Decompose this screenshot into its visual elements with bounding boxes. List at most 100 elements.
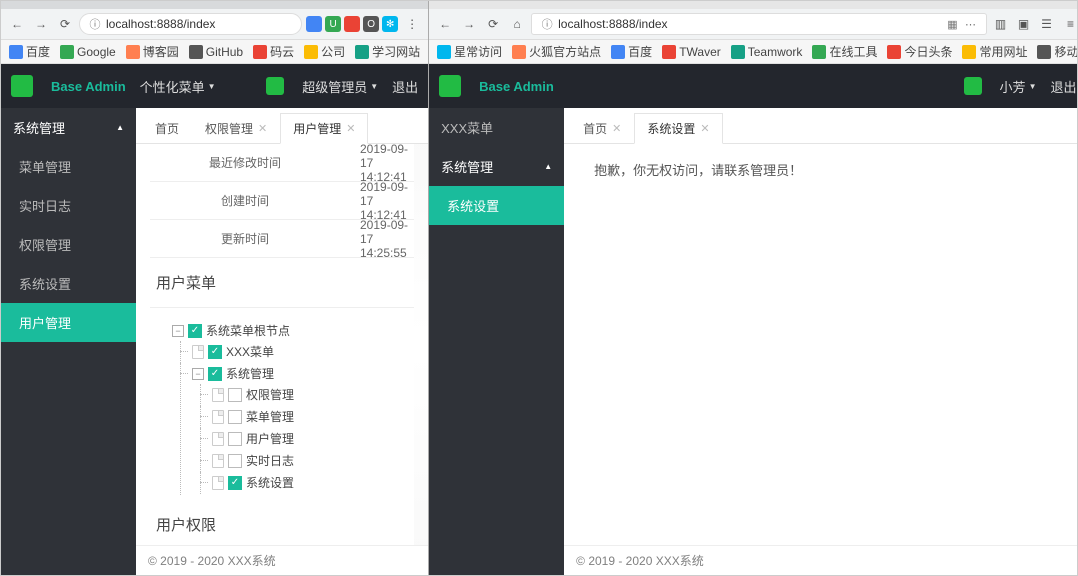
close-icon[interactable]: ✕ <box>346 122 355 135</box>
more-icon[interactable]: ⋯ <box>964 17 978 31</box>
sidebar-header[interactable]: 系统管理▲ <box>429 147 564 186</box>
bookmark-item[interactable]: 今日头条 <box>887 43 952 60</box>
user-dropdown[interactable]: 小芳▼ <box>1000 77 1037 96</box>
ext-icon[interactable] <box>344 16 360 32</box>
logout-button[interactable]: 退出 <box>1050 77 1076 96</box>
bookmark-item[interactable]: TWaver <box>662 45 721 59</box>
tree-node[interactable]: 菜单管理 <box>212 407 412 427</box>
sidebar-item[interactable]: XXX菜单 <box>429 108 564 147</box>
bookmark-item[interactable]: 码云 <box>253 43 294 60</box>
bookmark-item[interactable]: 在线工具 <box>812 43 877 60</box>
tree-node-root[interactable]: − ✓ 系统菜单根节点 <box>172 321 412 341</box>
bookmark-item[interactable]: Google <box>60 45 116 59</box>
addons-icon[interactable]: ☰ <box>1037 14 1057 34</box>
sidebar: 系统管理▲ 菜单管理 实时日志 权限管理 系统设置 用户管理 <box>1 108 136 575</box>
bookmark-item[interactable]: 公司 <box>304 43 345 60</box>
checkbox[interactable] <box>228 432 242 446</box>
bookmark-item[interactable]: GitHub <box>189 45 243 59</box>
app-logo <box>439 75 461 97</box>
chrome-toolbar: ← → ⟳ ⓘ localhost:8888/index U O ✻ ⋮ <box>1 9 428 40</box>
tab-permission[interactable]: 权限管理✕ <box>192 113 280 143</box>
content-area: 首页 权限管理✕ 用户管理✕ 最近修改时间2019-09-17 14:12:41… <box>136 108 428 575</box>
sidebar-item[interactable]: 系统设置 <box>1 264 136 303</box>
extension-icons: U O ✻ <box>306 16 398 32</box>
logout-button[interactable]: 退出 <box>392 77 418 96</box>
sidebar-icon[interactable]: ▣ <box>1014 14 1034 34</box>
caret-down-icon: ▼ <box>370 82 378 91</box>
checkbox-checked[interactable]: ✓ <box>208 345 222 359</box>
bookmark-item[interactable]: 星常访问 <box>437 43 502 60</box>
file-icon <box>212 432 224 446</box>
address-bar[interactable]: ⓘ localhost:8888/index <box>79 13 302 35</box>
library-icon[interactable]: ▥ <box>991 14 1011 34</box>
collapse-icon[interactable]: − <box>172 325 184 337</box>
checkbox[interactable] <box>228 410 242 424</box>
home-button[interactable]: ⌂ <box>507 14 527 34</box>
bookmark-item[interactable]: 移动 <box>1037 43 1078 60</box>
ext-icon[interactable]: U <box>325 16 341 32</box>
bookmark-item[interactable]: Teamwork <box>731 45 803 59</box>
bookmark-item[interactable]: 火狐官方站点 <box>512 43 601 60</box>
ext-icon[interactable]: ✻ <box>382 16 398 32</box>
close-icon[interactable]: ✕ <box>700 122 709 135</box>
app-topbar: Base Admin 个性化菜单▼ 超级管理员▼ 退出 <box>1 64 428 108</box>
sidebar-item-active[interactable]: 用户管理 <box>1 303 136 342</box>
address-bar[interactable]: ⓘ localhost:8888/index ▦ ⋯ <box>531 13 986 35</box>
tree-node[interactable]: −✓系统管理 <box>192 364 412 384</box>
reload-button[interactable]: ⟳ <box>55 14 75 34</box>
reload-button[interactable]: ⟳ <box>483 14 503 34</box>
reader-icon[interactable]: ▦ <box>946 17 960 31</box>
forward-button[interactable]: → <box>459 14 479 34</box>
tab-settings-active[interactable]: 系统设置✕ <box>634 113 722 144</box>
bookmark-item[interactable]: 博客园 <box>126 43 179 60</box>
bookmark-item[interactable]: 百度 <box>611 43 652 60</box>
collapse-icon[interactable]: − <box>192 368 204 380</box>
bookmark-item[interactable]: 常用网址 <box>962 43 1027 60</box>
content-area: 首页✕ 系统设置✕ 抱歉，你无权访问，请联系管理员！ © 2019 - 2020… <box>564 108 1078 575</box>
tab-home[interactable]: 首页✕ <box>570 113 634 143</box>
tab-home[interactable]: 首页 <box>142 113 192 143</box>
bookmark-item[interactable]: 百度 <box>9 43 50 60</box>
tree-node[interactable]: 权限管理 <box>212 385 412 405</box>
checkbox-checked[interactable]: ✓ <box>188 324 202 338</box>
sidebar-item[interactable]: 权限管理 <box>1 225 136 264</box>
section-title-user-perm: 用户权限 <box>150 500 414 545</box>
tree-node[interactable]: 用户管理 <box>212 429 412 449</box>
bookmark-item[interactable]: 学习网站 <box>355 43 420 60</box>
chrome-tab-strip <box>1 1 428 9</box>
firefox-menu-icon[interactable]: ≡ <box>1061 14 1078 34</box>
user-dropdown[interactable]: 超级管理员▼ <box>302 77 378 96</box>
caret-up-icon: ▲ <box>116 123 124 132</box>
access-denied-message: 抱歉，你无权访问，请联系管理员！ <box>578 144 1072 195</box>
checkbox-checked[interactable]: ✓ <box>208 367 222 381</box>
sidebar-item[interactable]: 实时日志 <box>1 186 136 225</box>
tab-user-active[interactable]: 用户管理✕ <box>280 113 368 144</box>
content-tabs: 首页✕ 系统设置✕ <box>564 108 1078 144</box>
checkbox[interactable] <box>228 388 242 402</box>
close-icon[interactable]: ✕ <box>612 122 621 135</box>
tree-node[interactable]: ✓系统设置 <box>212 473 412 493</box>
sidebar-item-active[interactable]: 系统设置 <box>429 186 564 225</box>
scrollbar-vertical[interactable] <box>414 144 428 545</box>
custom-menu-dropdown[interactable]: 个性化菜单▼ <box>140 77 216 96</box>
app-logo <box>11 75 33 97</box>
checkbox[interactable] <box>228 454 242 468</box>
tree-node[interactable]: 实时日志 <box>212 451 412 471</box>
brand-text: Base Admin <box>479 79 554 94</box>
back-button[interactable]: ← <box>7 14 27 34</box>
form-row: 创建时间2019-09-17 14:12:41 <box>150 182 414 220</box>
ext-icon[interactable]: O <box>363 16 379 32</box>
form-row: 更新时间2019-09-17 14:25:55 <box>150 220 414 258</box>
checkbox-checked[interactable]: ✓ <box>228 476 242 490</box>
close-icon[interactable]: ✕ <box>258 122 267 135</box>
app-topbar: Base Admin 小芳▼ 退出 <box>429 64 1078 108</box>
left-browser-pane: ← → ⟳ ⓘ localhost:8888/index U O ✻ ⋮ 百度 … <box>1 1 429 575</box>
footer: © 2019 - 2020 XXX系统 <box>136 545 428 575</box>
tree-node[interactable]: ✓XXX菜单 <box>192 342 412 362</box>
ext-icon[interactable] <box>306 16 322 32</box>
forward-button[interactable]: → <box>31 14 51 34</box>
chrome-menu-icon[interactable]: ⋮ <box>402 14 422 34</box>
back-button[interactable]: ← <box>435 14 455 34</box>
sidebar-item[interactable]: 菜单管理 <box>1 147 136 186</box>
sidebar-header[interactable]: 系统管理▲ <box>1 108 136 147</box>
